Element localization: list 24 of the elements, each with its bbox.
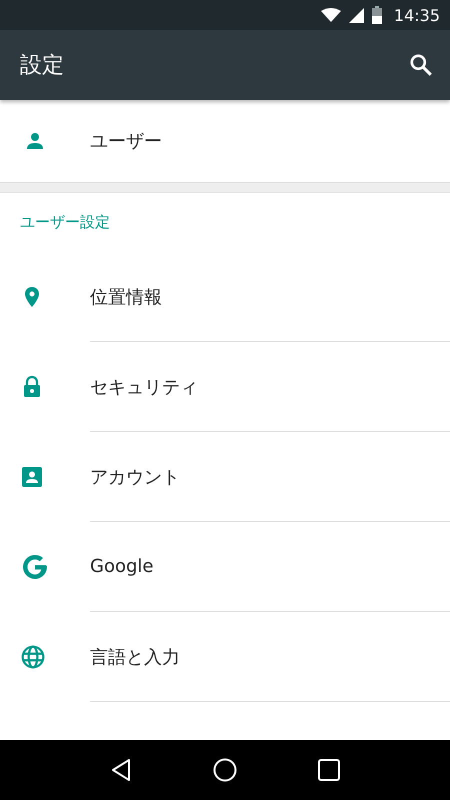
home-button[interactable] [212,758,237,782]
clock-time: 14:35 [394,6,440,24]
g-logo-icon [20,552,50,582]
battery-icon [372,6,382,24]
item-label: 位置情報 [90,252,450,342]
globe-icon [20,644,46,670]
search-icon [408,52,434,78]
item-label: Google [90,522,450,612]
contact-card-icon [20,465,44,489]
settings-item[interactable]: アカウント [0,432,450,522]
wifi-icon [320,8,341,22]
settings-item[interactable]: 言語と入力 [0,612,450,702]
settings-item[interactable]: 位置情報 [0,252,450,342]
settings-item[interactable]: セキュリティ [0,342,450,432]
recents-button[interactable] [318,759,340,781]
item-label: アカウント [90,432,450,522]
screen-title: 設定 [20,52,64,80]
back-button[interactable] [110,758,132,782]
settings-item[interactable]: Google [0,522,450,612]
section-header: ユーザー設定 [19,212,111,233]
item-label: セキュリティ [90,342,450,432]
signal-icon [348,8,364,22]
item-label: ユーザー [90,130,162,153]
item-label: 言語と入力 [90,612,450,702]
